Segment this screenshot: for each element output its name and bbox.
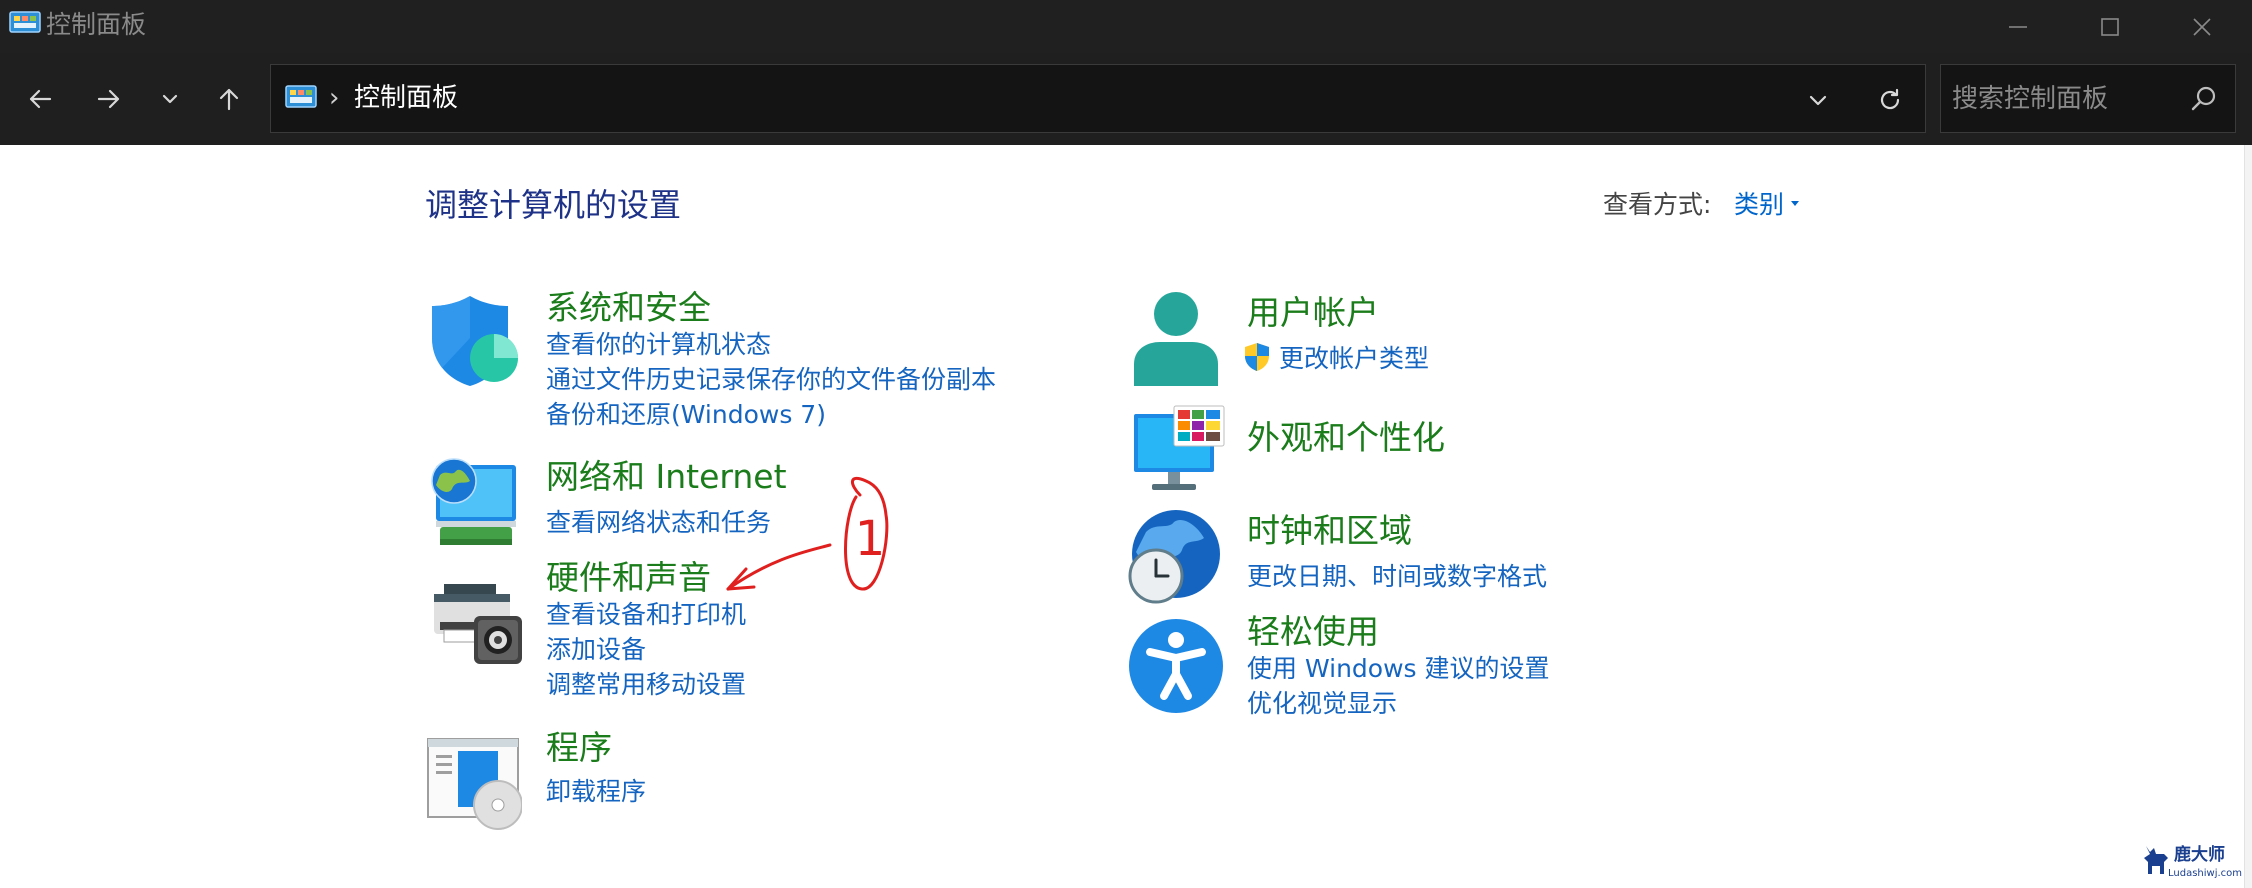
refresh-button[interactable]	[1873, 83, 1907, 117]
annotation-number: 1	[855, 511, 886, 567]
close-icon	[2193, 17, 2211, 36]
user-icon[interactable]	[1128, 290, 1224, 386]
minimize-icon	[2009, 25, 2027, 28]
category-title-programs[interactable]: 程序	[546, 726, 612, 770]
minimize-button[interactable]	[1972, 0, 2064, 53]
chevron-down-icon	[162, 94, 178, 104]
link-view-computer-status[interactable]: 查看你的计算机状态	[546, 328, 771, 362]
network-icon[interactable]	[426, 455, 522, 551]
link-optimize-visual-display[interactable]: 优化视觉显示	[1247, 687, 1397, 721]
scrollbar-track[interactable]	[2244, 145, 2252, 888]
appearance-icon[interactable]	[1130, 404, 1226, 500]
link-date-time-format[interactable]: 更改日期、时间或数字格式	[1247, 560, 1547, 594]
address-bar[interactable]: › 控制面板	[270, 64, 1926, 133]
link-mobility-settings[interactable]: 调整常用移动设置	[546, 668, 746, 702]
category-title-user-accounts[interactable]: 用户帐户	[1247, 291, 1379, 335]
link-add-device[interactable]: 添加设备	[546, 633, 646, 667]
arrow-right-icon	[97, 89, 120, 109]
up-button[interactable]	[207, 77, 251, 121]
watermark-logo: 鹿大师 Ludashiwj.com	[2140, 840, 2248, 886]
recent-locations-button[interactable]	[148, 77, 192, 121]
search-input[interactable]: 搜索控制面板	[1952, 82, 2108, 116]
control-panel-icon	[9, 11, 41, 33]
watermark-brand: 鹿大师	[2174, 845, 2225, 865]
maximize-button[interactable]	[2064, 0, 2156, 53]
link-uninstall-program[interactable]: 卸载程序	[546, 775, 646, 809]
refresh-icon	[1880, 88, 1900, 110]
address-dropdown-button[interactable]	[1801, 83, 1835, 117]
back-button[interactable]	[18, 77, 62, 121]
search-icon[interactable]	[2189, 84, 2219, 114]
clock-globe-icon[interactable]	[1126, 508, 1222, 604]
annotation-arrow-marker: 1	[726, 476, 889, 591]
link-file-history[interactable]: 通过文件历史记录保存你的文件备份副本	[546, 363, 996, 397]
breadcrumb-separator[interactable]: ›	[329, 81, 339, 115]
search-box[interactable]: 搜索控制面板	[1940, 64, 2236, 133]
title-bar: 控制面板	[0, 0, 2252, 53]
programs-icon[interactable]	[426, 735, 522, 831]
link-backup-restore[interactable]: 备份和还原(Windows 7)	[546, 398, 826, 432]
category-title-clock-region[interactable]: 时钟和区域	[1247, 509, 1412, 553]
caret-down-icon[interactable]	[1790, 200, 1800, 208]
category-title-system-security[interactable]: 系统和安全	[546, 286, 711, 330]
uac-shield-icon	[1245, 343, 1269, 371]
shield-icon[interactable]	[426, 292, 522, 388]
view-by-label: 查看方式:	[1603, 190, 1712, 219]
forward-button[interactable]	[87, 77, 131, 121]
link-change-account-type[interactable]: 更改帐户类型	[1279, 342, 1429, 376]
link-recommended-settings[interactable]: 使用 Windows 建议的设置	[1247, 652, 1550, 686]
control-panel-icon	[285, 85, 317, 108]
breadcrumb-control-panel[interactable]: 控制面板	[354, 81, 458, 115]
maximize-icon	[2101, 17, 2119, 36]
page-title: 调整计算机的设置	[425, 186, 682, 224]
watermark-url: Ludashiwj.com	[2168, 868, 2243, 879]
arrow-up-icon	[219, 88, 239, 111]
navigation-toolbar: › 控制面板 搜索控制面板	[0, 53, 2252, 145]
chevron-down-icon	[1809, 95, 1827, 106]
view-by-dropdown[interactable]: 类别	[1734, 187, 1784, 223]
close-button[interactable]	[2156, 0, 2248, 53]
window-title: 控制面板	[46, 10, 147, 39]
accessibility-icon[interactable]	[1128, 618, 1224, 714]
category-title-ease-of-access[interactable]: 轻松使用	[1247, 610, 1379, 654]
category-title-appearance[interactable]: 外观和个性化	[1247, 416, 1445, 460]
arrow-left-icon	[29, 89, 52, 109]
printer-icon[interactable]	[430, 580, 526, 676]
category-title-hardware-sound[interactable]: 硬件和声音	[546, 556, 711, 600]
